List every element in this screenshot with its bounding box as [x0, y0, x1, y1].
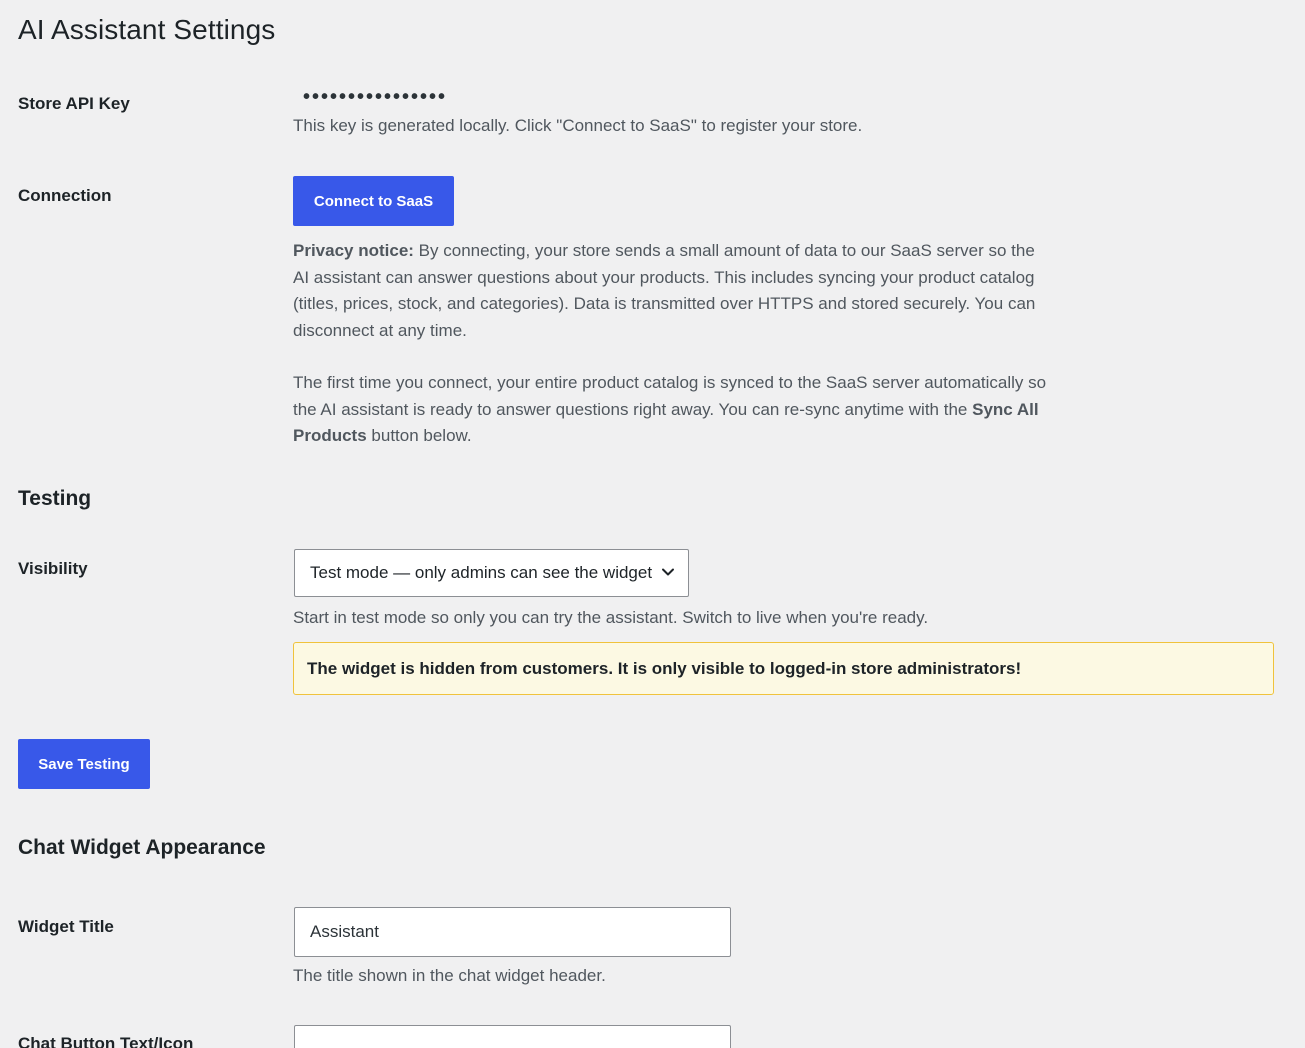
visibility-select-value: Test mode — only admins can see the widg… [310, 563, 653, 582]
visibility-label: Visibility [18, 559, 88, 578]
testing-heading: Testing [18, 487, 92, 510]
sync-notice-text-end: button below. [366, 426, 472, 445]
chat-button-text-input[interactable] [294, 1025, 731, 1048]
store-api-key-value[interactable]: •••••••••••••••• [303, 86, 447, 109]
test-mode-warning-text: The widget is hidden from customers. It … [307, 658, 1022, 678]
store-api-key-description: This key is generated locally. Click "Co… [293, 116, 863, 135]
connection-label: Connection [18, 186, 112, 205]
visibility-select[interactable]: Test mode — only admins can see the widg… [294, 549, 689, 597]
sync-notice-text: The first time you connect, your entire … [293, 373, 1047, 419]
settings-page: AI Assistant Settings Store API Key ••••… [0, 0, 1305, 1048]
page-title: AI Assistant Settings [18, 14, 276, 45]
widget-title-label: Widget Title [18, 917, 114, 936]
chat-button-text-label: Chat Button Text/Icon [18, 1034, 194, 1048]
sync-notice-paragraph: The first time you connect, your entire … [293, 370, 1053, 450]
visibility-description: Start in test mode so only you can try t… [293, 608, 929, 627]
chevron-down-icon [662, 568, 674, 576]
connect-to-saas-button[interactable]: Connect to SaaS [293, 176, 454, 226]
save-testing-button[interactable]: Save Testing [18, 739, 150, 789]
privacy-notice-paragraph: Privacy notice: By connecting, your stor… [293, 238, 1053, 344]
privacy-notice: Privacy notice: By connecting, your stor… [293, 238, 1053, 476]
test-mode-warning: The widget is hidden from customers. It … [293, 642, 1274, 695]
privacy-notice-lead: Privacy notice: [293, 241, 414, 260]
widget-title-description: The title shown in the chat widget heade… [293, 966, 606, 985]
store-api-key-label: Store API Key [18, 94, 130, 113]
chat-widget-appearance-heading: Chat Widget Appearance [18, 836, 266, 859]
widget-title-input[interactable] [294, 907, 731, 957]
